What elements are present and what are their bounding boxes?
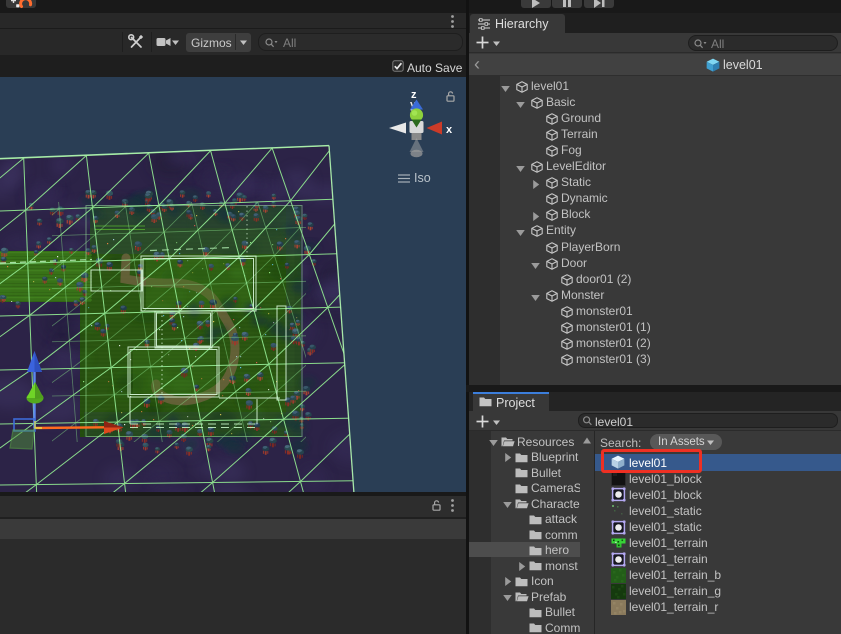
svg-text:x: x [446,124,453,136]
